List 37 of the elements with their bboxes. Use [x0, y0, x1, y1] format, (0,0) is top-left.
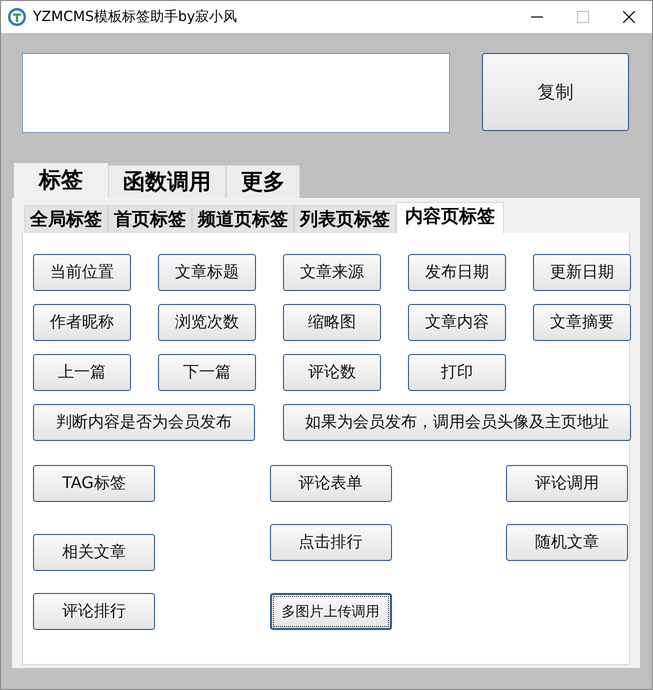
tag-button[interactable]: 相关文章: [33, 534, 155, 571]
tag-button[interactable]: 文章标题: [158, 254, 256, 291]
tab[interactable]: 更多: [226, 165, 300, 198]
tag-button[interactable]: 多图片上传调用: [270, 593, 392, 630]
close-icon[interactable]: [623, 11, 635, 23]
tag-button[interactable]: 上一篇: [33, 354, 131, 391]
output-field[interactable]: [22, 53, 450, 133]
subtab[interactable]: 频道页标签: [192, 205, 294, 233]
tag-button[interactable]: 评论调用: [506, 465, 628, 502]
tag-button[interactable]: 打印: [408, 354, 506, 391]
tag-button[interactable]: 评论表单: [270, 465, 392, 502]
tag-button[interactable]: 如果为会员发布，调用会员头像及主页地址: [283, 404, 631, 441]
tag-button[interactable]: 下一篇: [158, 354, 256, 391]
tag-button[interactable]: 点击排行: [270, 524, 392, 561]
tag-button[interactable]: 作者昵称: [33, 304, 131, 341]
tag-button[interactable]: 文章摘要: [533, 304, 631, 341]
app-logo-icon: [7, 7, 27, 27]
tag-button[interactable]: 发布日期: [408, 254, 506, 291]
tag-button[interactable]: 当前位置: [33, 254, 131, 291]
tab[interactable]: 标签: [14, 163, 108, 198]
tag-button[interactable]: TAG标签: [33, 465, 155, 502]
window-title: YZMCMS模板标签助手by寂小风: [33, 8, 238, 26]
subtab[interactable]: 全局标签: [24, 205, 108, 233]
tag-button[interactable]: 评论数: [283, 354, 381, 391]
tag-button[interactable]: 浏览次数: [158, 304, 256, 341]
tag-button[interactable]: 评论排行: [33, 593, 155, 630]
copy-button[interactable]: 复制: [482, 53, 629, 131]
tag-button[interactable]: 更新日期: [533, 254, 631, 291]
tag-button[interactable]: 缩略图: [283, 304, 381, 341]
tag-button[interactable]: 判断内容是否为会员发布: [33, 404, 255, 441]
tag-button[interactable]: 文章内容: [408, 304, 506, 341]
subtab[interactable]: 首页标签: [108, 205, 192, 233]
tag-button[interactable]: 随机文章: [506, 524, 628, 561]
subtab[interactable]: 内容页标签: [396, 202, 504, 233]
tag-button[interactable]: 文章来源: [283, 254, 381, 291]
tab[interactable]: 函数调用: [108, 165, 226, 198]
subtab[interactable]: 列表页标签: [294, 205, 396, 233]
